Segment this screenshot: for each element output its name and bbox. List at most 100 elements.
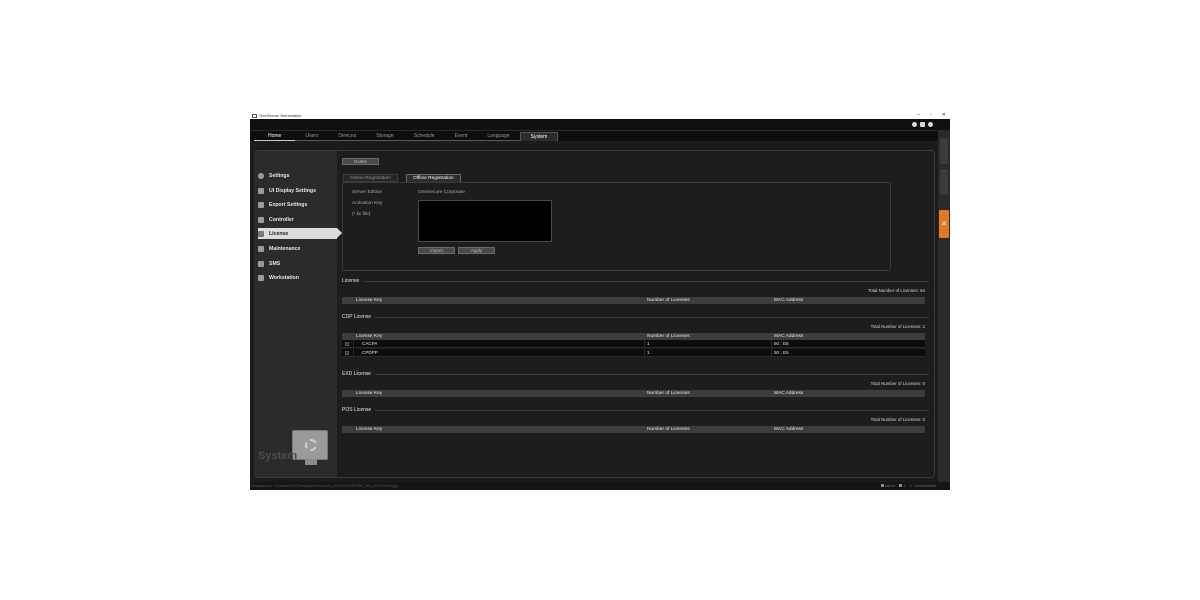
display-icon	[258, 187, 264, 194]
sidebar: Settings UI Display Settings Export Sett…	[254, 151, 342, 477]
window-title: OneSecure Workstation	[259, 113, 302, 118]
table-row[interactable]: CPDPP 1 50 : E5	[342, 349, 925, 357]
camera-panel-button[interactable]	[940, 169, 948, 195]
tab-storage[interactable]: Storage	[366, 132, 404, 141]
sidebar-item-license[interactable]: License	[258, 228, 342, 239]
tab-online-registration[interactable]: Online Registration	[343, 174, 398, 182]
sidebar-item-label: Settings	[269, 172, 290, 179]
sidebar-item-workstation[interactable]: Workstation	[258, 272, 337, 283]
lock-icon[interactable]	[920, 122, 925, 127]
sidebar-item-label: Controller	[269, 216, 294, 223]
col-license-key[interactable]: License Key	[356, 427, 382, 432]
system-monitor-icon	[292, 430, 328, 465]
main-tabs: Home Users Devices Storage Schedule Even…	[250, 131, 938, 141]
sidebar-item-label: UI Display Settings	[269, 187, 316, 194]
col-mac-address[interactable]: MAC Address	[774, 298, 803, 303]
tab-devices[interactable]: Devices	[328, 132, 367, 141]
col-number-of-licenses[interactable]: Number of Licenses	[647, 391, 690, 396]
globe-icon[interactable]	[912, 122, 917, 127]
col-number-of-licenses[interactable]: Number of Licenses	[647, 427, 690, 432]
tab-event[interactable]: Event	[444, 132, 478, 141]
tools-icon[interactable]: ✕	[939, 210, 949, 238]
sms-icon	[258, 260, 264, 267]
close-button[interactable]: ✕	[942, 112, 946, 118]
row-number: 1	[647, 341, 650, 346]
maximize-button[interactable]: ▫	[930, 112, 932, 118]
side-panel-button[interactable]	[940, 138, 948, 164]
total-licenses: Total Number of Licenses: 2	[870, 324, 925, 329]
activation-key-textarea[interactable]	[418, 200, 552, 242]
col-license-key[interactable]: License Key	[356, 298, 382, 303]
license-section: License Total Number of Licenses: 64 Lic…	[342, 278, 929, 304]
section-title: CDP License	[342, 314, 376, 320]
folder-icon	[258, 245, 264, 252]
export-icon	[258, 201, 264, 208]
connection-status: 1	[899, 483, 906, 488]
row-checkbox[interactable]	[345, 350, 349, 355]
table-row[interactable]: CACPA 1 50 : E5	[342, 340, 925, 348]
col-mac-address[interactable]: MAC Address	[774, 334, 803, 339]
workstation-icon	[258, 274, 264, 281]
table-header: License Key Number of Licenses MAC Addre…	[342, 390, 925, 397]
section-title: EXD License	[342, 371, 375, 377]
key-icon	[258, 230, 264, 237]
table-header: License Key Number of Licenses MAC Addre…	[342, 333, 925, 340]
lic-file-hint: (*.lic file)	[352, 212, 371, 217]
exd-license-section: EXD License Total Number of Licenses: 0 …	[342, 371, 929, 397]
section-title: POS License	[342, 407, 376, 413]
server-edition-value: OneSecure Corporate	[418, 190, 465, 195]
user-status: admin	[881, 483, 895, 488]
sidebar-item-label: License	[269, 230, 289, 237]
tab-language[interactable]: Language	[477, 132, 520, 141]
minimize-button[interactable]: –	[917, 112, 920, 118]
sidebar-item-label: Workstation	[269, 274, 299, 281]
server-edition-label: Server Edition	[352, 190, 383, 195]
col-number-of-licenses[interactable]: Number of Licenses	[647, 334, 690, 339]
row-license-key: CACPA	[362, 341, 378, 346]
import-button[interactable]: Import	[418, 247, 455, 254]
col-mac-address[interactable]: MAC Address	[774, 391, 803, 396]
tab-offline-registration[interactable]: Offline Registration	[406, 174, 461, 182]
system-footer-label: System	[258, 450, 298, 462]
title-bar: OneSecure Workstation – ▫ ✕	[250, 112, 950, 119]
app-icon	[252, 113, 257, 118]
col-number-of-licenses[interactable]: Number of Licenses	[647, 298, 690, 303]
status-extra: 0 : ##########	[909, 483, 936, 488]
sidebar-item-maintenance[interactable]: Maintenance	[258, 243, 337, 254]
sidebar-item-label: SMS	[269, 260, 281, 267]
table-header: License Key Number of Licenses MAC Addre…	[342, 426, 925, 433]
pos-license-section: POS License Total Number of Licenses: 0 …	[342, 407, 929, 433]
section-title: License	[342, 278, 364, 284]
sidebar-item-label: Maintenance	[269, 245, 301, 252]
col-license-key[interactable]: License Key	[356, 391, 382, 396]
status-path: Snapshot to: C:\Users\0202\Desktop\OSnow…	[251, 484, 398, 488]
row-mac: 50 : E5	[774, 341, 789, 346]
tab-home[interactable]: Home	[254, 132, 296, 141]
sidebar-item-settings[interactable]: Settings	[258, 170, 337, 181]
row-number: 1	[647, 350, 650, 355]
delete-button[interactable]: Delete	[342, 158, 379, 165]
sidebar-item-ui-display[interactable]: UI Display Settings	[258, 185, 337, 196]
total-licenses: Total Number of Licenses: 64	[868, 288, 925, 293]
tab-schedule[interactable]: Schedule	[403, 132, 445, 141]
col-mac-address[interactable]: MAC Address	[774, 427, 803, 432]
sidebar-item-sms[interactable]: SMS	[258, 258, 337, 269]
tab-system[interactable]: System	[519, 132, 559, 141]
apply-button[interactable]: Apply	[458, 247, 495, 254]
right-tool-strip: ✕	[938, 131, 950, 490]
info-icon[interactable]	[928, 122, 933, 127]
col-license-key[interactable]: License Key	[356, 334, 382, 339]
sidebar-item-export[interactable]: Export Settings	[258, 199, 337, 210]
app-window: OneSecure Workstation – ▫ ✕ Home Users D…	[250, 112, 950, 490]
cdp-license-section: CDP License Total Number of Licenses: 2 …	[342, 314, 929, 357]
total-licenses: Total Number of Licenses: 0	[870, 417, 925, 422]
sidebar-item-controller[interactable]: Controller	[258, 214, 337, 225]
row-checkbox[interactable]	[345, 341, 349, 346]
row-mac: 50 : E5	[774, 350, 789, 355]
total-licenses: Total Number of Licenses: 0	[870, 381, 925, 386]
user-icon	[881, 483, 885, 487]
gear-icon	[258, 172, 264, 179]
tab-users[interactable]: Users	[295, 132, 329, 141]
row-license-key: CPDPP	[362, 350, 378, 355]
controller-icon	[258, 216, 264, 223]
